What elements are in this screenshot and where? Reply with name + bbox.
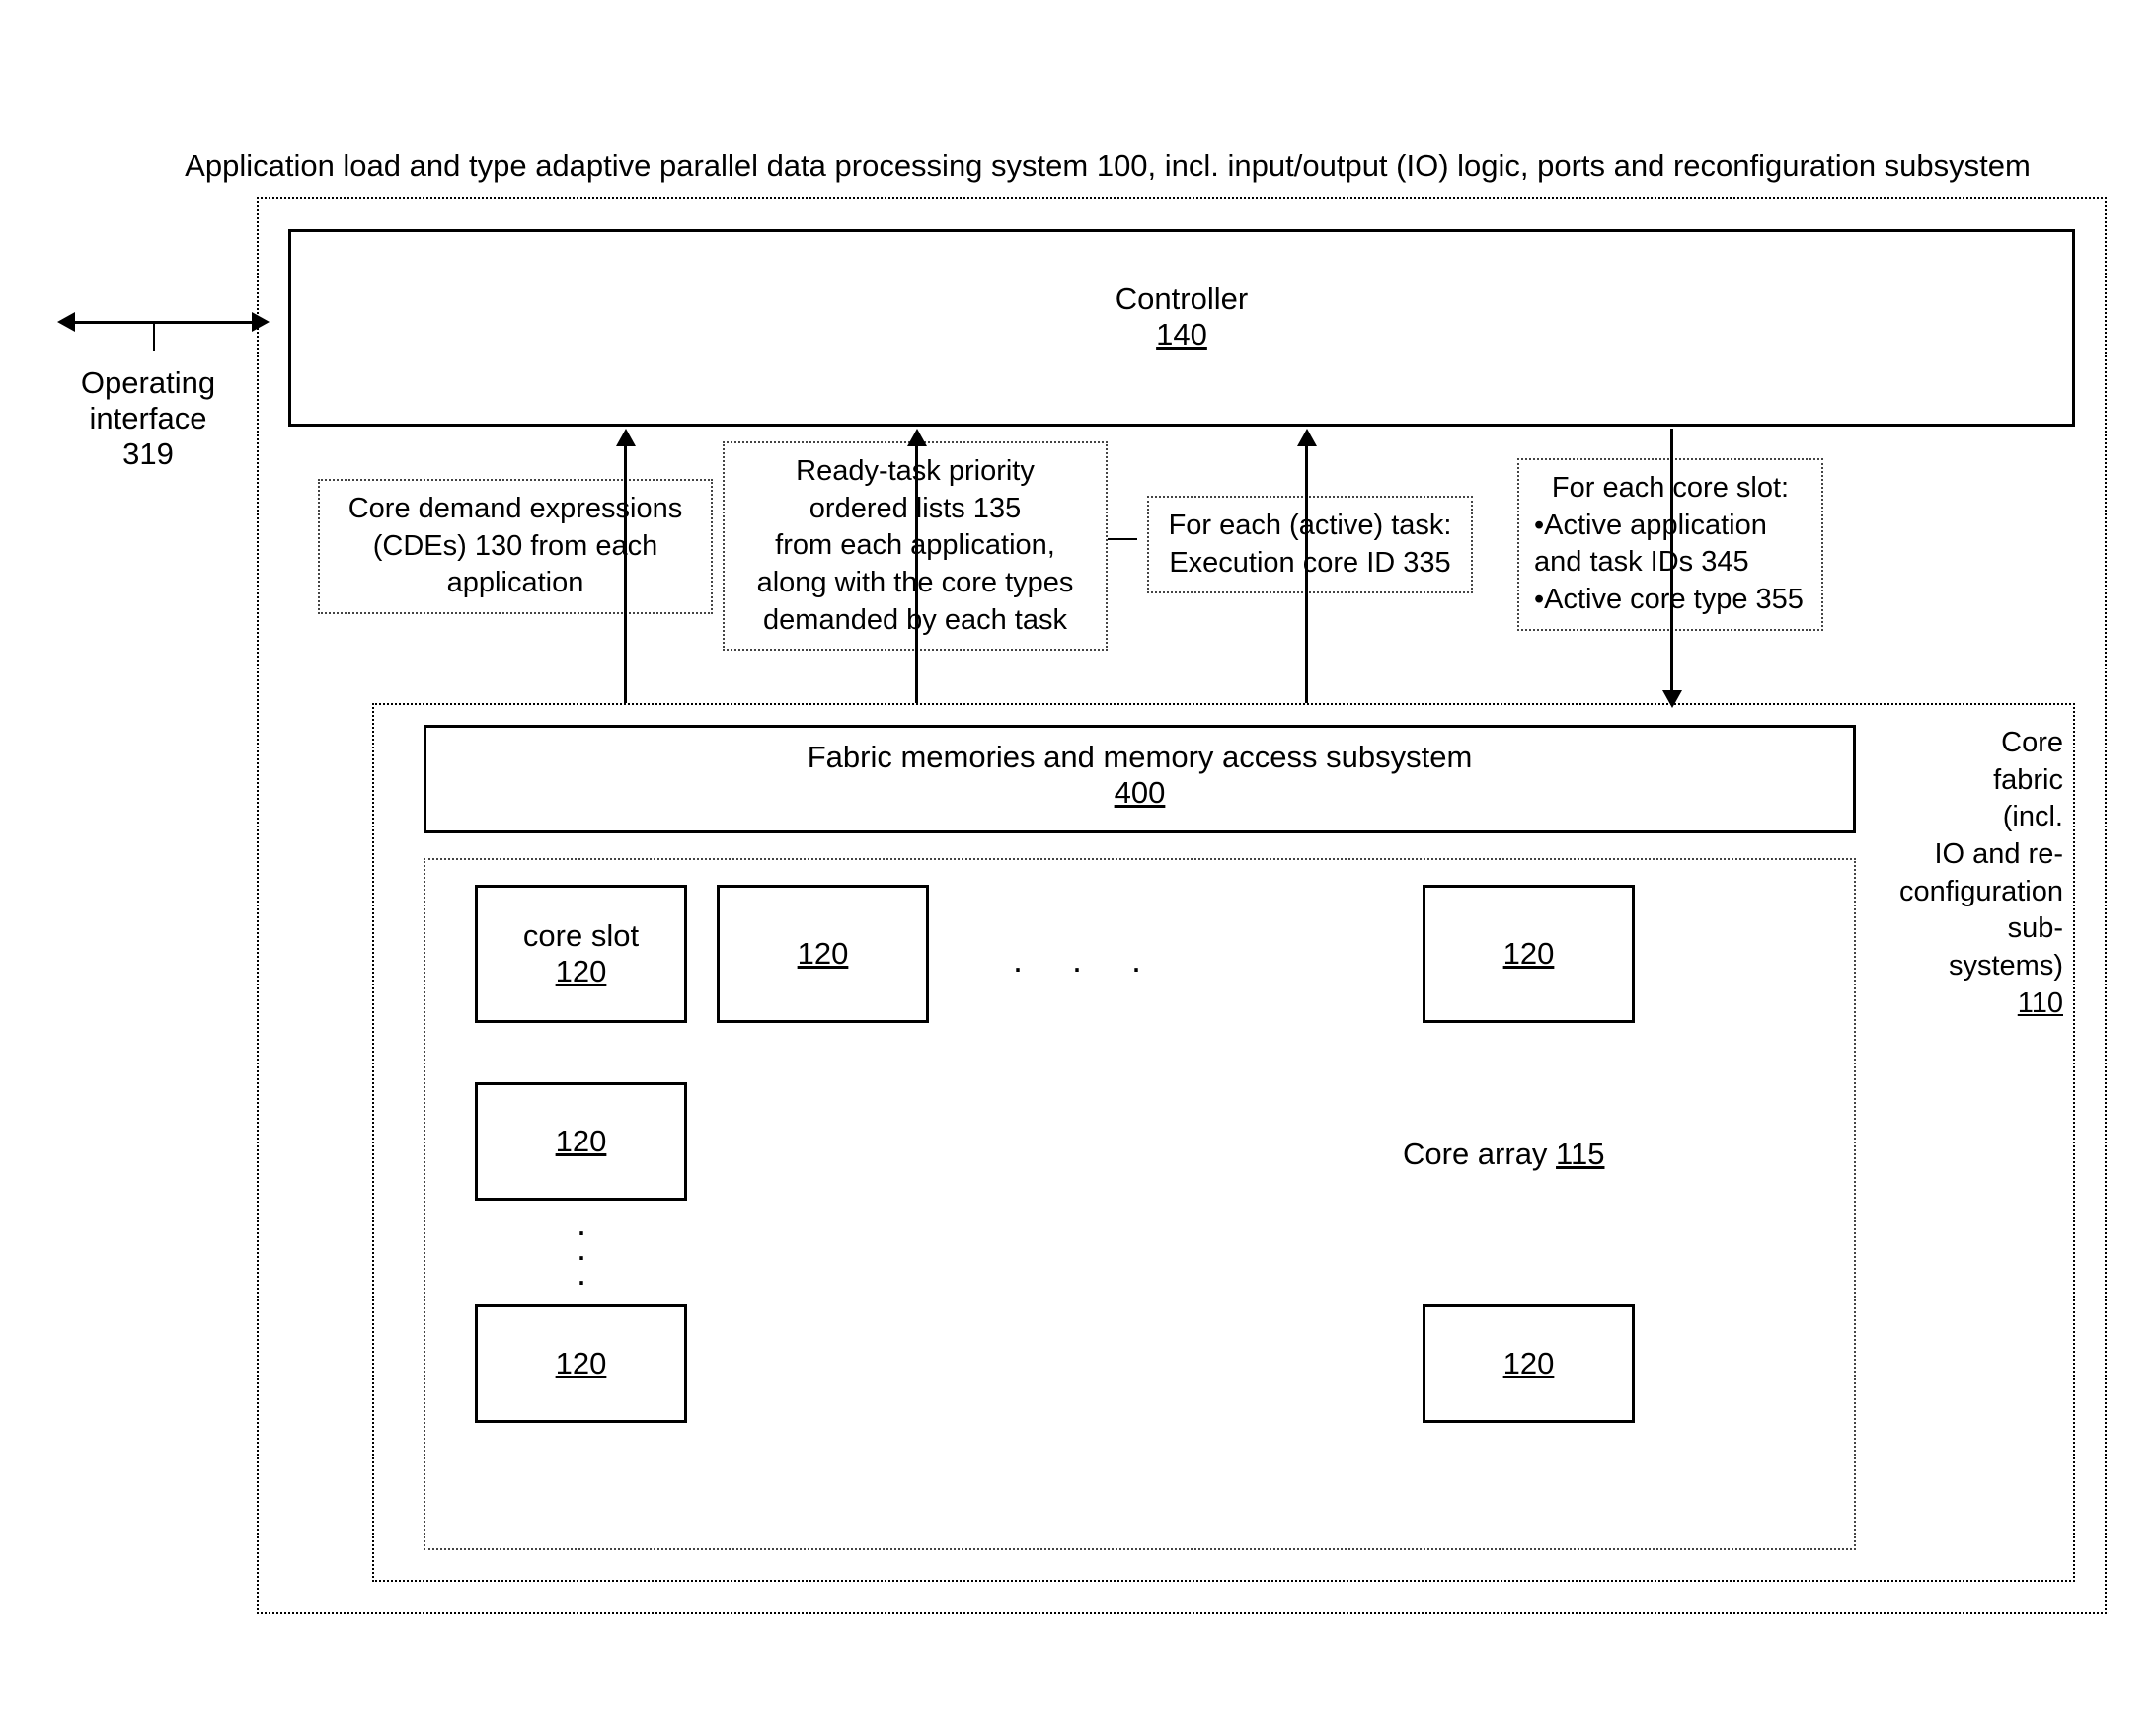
fabric-label-line1: Core [1861,725,2063,762]
controller-box: Controller 140 [288,229,2075,427]
core-array-ref: 115 [1556,1137,1604,1171]
execution-core-arrow-up-icon [1297,429,1317,446]
operating-interface-line2: interface [59,401,237,436]
fabric-label-line3: (incl. [1861,799,2063,836]
operating-interface-line3: 319 [59,436,237,472]
horizontal-dots-icon: . . . [1013,939,1161,981]
core-slot-ref: 120 [1503,936,1555,972]
fabric-memories-box: Fabric memories and memory access subsys… [424,725,1856,833]
execution-core-line2: Execution core ID 335 [1164,545,1456,583]
operating-interface-arrow-line [69,321,262,324]
controller-label: Controller [291,281,2072,317]
core-array-box: core slot 120 120 . . . 120 120 Core arr… [424,858,1856,1550]
fabric-memories-ref: 400 [426,775,1853,811]
ready-task-arrow-up-icon [907,429,927,446]
cde-arrow-up-icon [616,429,636,446]
core-slot-box: 120 [717,885,929,1023]
fabric-label-line7: systems) [1861,948,2063,985]
core-slot-ref: 120 [556,954,607,989]
core-slot-box: 120 [475,1082,687,1201]
signal-execution-core: For each (active) task: Execution core I… [1147,496,1473,593]
fabric-label: Core fabric (incl. IO and re- configurat… [1861,725,2063,1023]
core-slot-ref: 120 [798,936,849,972]
controller-ref: 140 [291,317,2072,353]
cde-line3: application [335,565,696,602]
cde-line2: (CDEs) 130 from each [335,528,696,566]
core-slot-ref: 120 [556,1124,607,1159]
ready-task-arrow-line [915,441,918,703]
system-box: Controller 140 Core demand expressions (… [257,197,2107,1614]
core-slot-label: core slot [523,918,639,954]
operating-interface-label: Operating interface 319 [59,365,237,472]
core-slot-ref: 120 [556,1346,607,1381]
ready-task-connector [1108,538,1137,540]
fabric-label-line2: fabric [1861,762,2063,800]
core-slot-arrow-line [1670,429,1673,703]
core-slot-ref: 120 [1503,1346,1555,1381]
execution-core-line1: For each (active) task: [1164,508,1456,545]
fabric-label-line6: sub- [1861,910,2063,948]
fabric-label-ref: 110 [1861,985,2063,1023]
core-slot-box: core slot 120 [475,885,687,1023]
core-array-text: Core array [1403,1137,1556,1171]
core-slot-box: 120 [1423,1304,1635,1423]
fabric-box: Fabric memories and memory access subsys… [372,703,2075,1582]
cde-line1: Core demand expressions [335,491,696,528]
arrow-left-icon [57,312,75,332]
cde-arrow-line [624,441,627,703]
diagram-title: Application load and type adaptive paral… [99,148,2117,184]
core-slot-box: 120 [475,1304,687,1423]
operating-interface-line1: Operating [59,365,237,401]
vertical-dots-icon: ... [572,1211,591,1286]
core-slot-box: 120 [1423,885,1635,1023]
execution-core-arrow-line [1305,441,1308,703]
signal-cde: Core demand expressions (CDEs) 130 from … [318,479,713,614]
core-array-label: Core array 115 [1403,1137,1604,1172]
fabric-label-line4: IO and re- [1861,836,2063,874]
operating-interface-tick [153,321,155,351]
fabric-memories-label: Fabric memories and memory access subsys… [426,740,1853,775]
fabric-label-line5: configuration [1861,874,2063,911]
